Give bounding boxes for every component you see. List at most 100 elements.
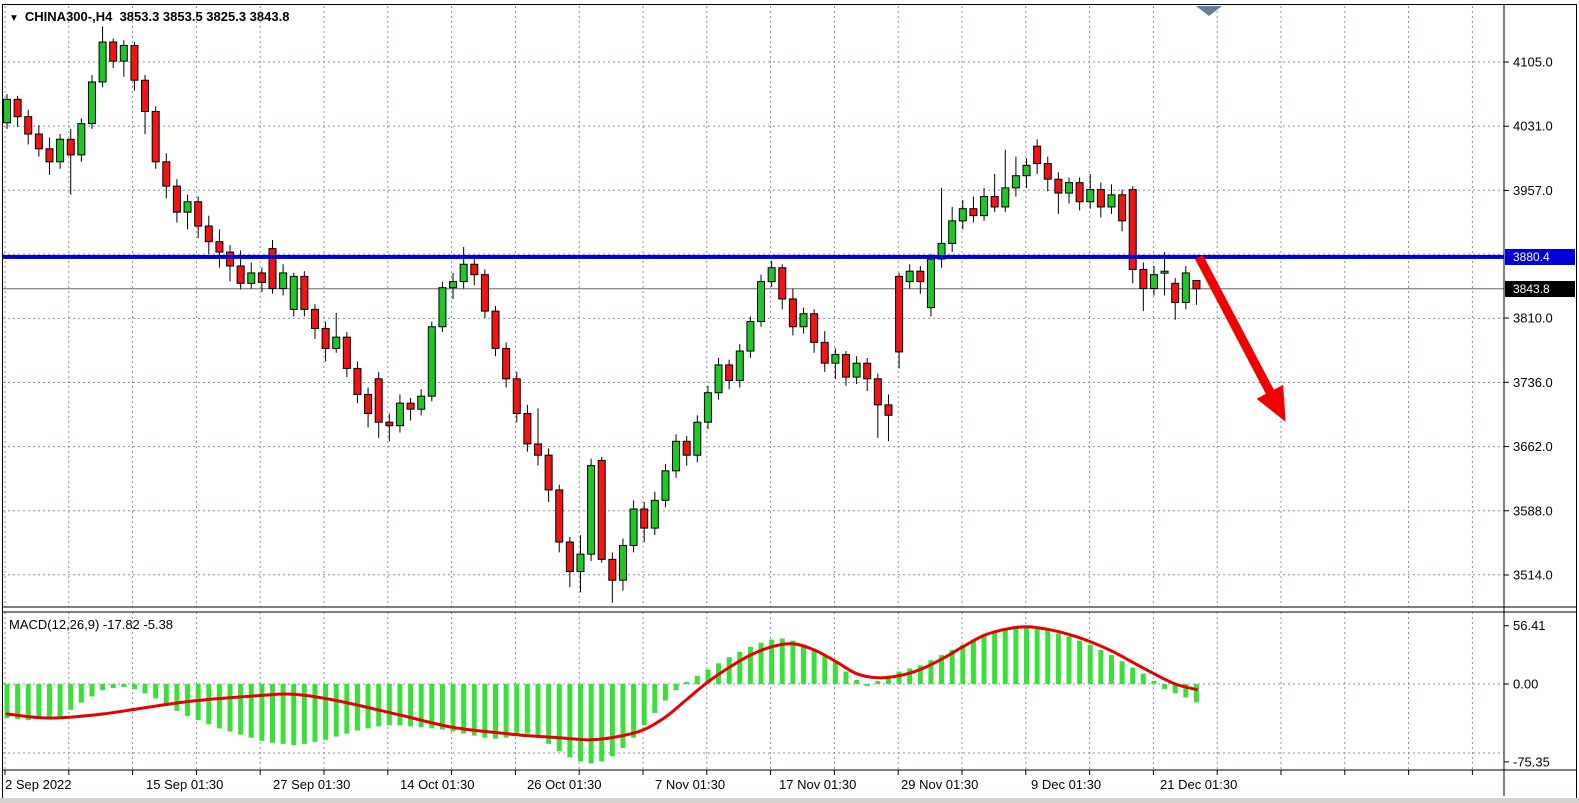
bear-candle	[301, 276, 308, 309]
bear-candle	[811, 314, 818, 343]
bull-candle	[1182, 273, 1189, 303]
bear-candle	[205, 226, 212, 242]
bear-candle	[1097, 190, 1104, 207]
price-tick-label: 3514.0	[1513, 567, 1553, 582]
bear-candle	[258, 273, 265, 283]
bear-candle	[1172, 283, 1179, 302]
time-axis[interactable]: 2 Sep 202215 Sep 01:3027 Sep 01:3014 Oct…	[5, 777, 1237, 792]
bull-candle	[248, 273, 255, 283]
macd-tick-label: 0.00	[1513, 677, 1538, 692]
bull-candle	[280, 273, 287, 289]
bear-candle	[1119, 195, 1126, 221]
bear-candle	[1193, 280, 1200, 288]
time-tick-label: 9 Dec 01:30	[1031, 777, 1101, 792]
price-axis[interactable]: 4105.04031.03957.03810.03736.03662.03588…	[1504, 55, 1553, 770]
chart-ohlc-values: 3853.3 3853.5 3825.3 3843.8	[120, 9, 290, 24]
bull-candle	[1002, 188, 1009, 207]
bear-candle	[874, 379, 881, 405]
bull-candle	[418, 396, 425, 409]
bull-candle	[715, 365, 722, 393]
price-chart[interactable]: 4105.04031.03957.03810.03736.03662.03588…	[3, 5, 1576, 796]
bear-candle	[609, 559, 616, 580]
bull-candle	[120, 46, 127, 62]
bull-candle	[184, 202, 191, 212]
bull-candle	[619, 545, 626, 580]
bear-candle	[216, 242, 223, 252]
bear-candle	[492, 311, 499, 348]
bull-candle	[747, 322, 754, 352]
bull-candle	[959, 209, 966, 221]
bull-candle	[99, 42, 106, 82]
bear-candle	[322, 328, 329, 348]
current-price-badge: 3843.8	[1505, 281, 1575, 297]
bull-candle	[758, 282, 765, 322]
bull-candle	[694, 422, 701, 455]
bear-candle	[683, 441, 690, 455]
bear-candle	[67, 139, 74, 155]
horizontal-line-object[interactable]	[3, 255, 1504, 259]
bear-candle	[524, 414, 531, 444]
bear-candle	[25, 117, 32, 134]
bull-candle	[450, 282, 457, 288]
chart-symbol-label: CHINA300-,H4	[25, 9, 112, 24]
bear-candle	[311, 309, 318, 328]
bear-candle	[1076, 183, 1083, 202]
bear-candle	[885, 405, 892, 415]
chart-window[interactable]: 4105.04031.03957.03810.03736.03662.03588…	[2, 4, 1577, 799]
price-tick-label: 3588.0	[1513, 503, 1553, 518]
bear-candle	[471, 264, 478, 274]
bear-candle	[269, 249, 276, 289]
bull-candle	[630, 509, 637, 545]
price-tick-label: 4031.0	[1513, 119, 1553, 134]
bull-candle	[800, 314, 807, 327]
bear-candle	[970, 209, 977, 216]
bull-candle	[673, 441, 680, 471]
bull-candle	[333, 337, 340, 348]
chart-title: ▼ CHINA300-,H4 3853.3 3853.5 3825.3 3843.…	[9, 9, 289, 24]
price-tick-label: 3662.0	[1513, 439, 1553, 454]
bull-candle	[1012, 176, 1019, 188]
bull-candle	[57, 139, 64, 162]
bear-candle	[545, 455, 552, 490]
bear-candle	[842, 355, 849, 378]
macd-indicator-label: MACD(12,26,9) -17.82 -5.38	[9, 617, 173, 632]
bear-candle	[821, 342, 828, 363]
time-tick-label: 21 Dec 01:30	[1160, 777, 1237, 792]
bear-candle	[864, 363, 871, 379]
bull-candle	[949, 221, 956, 244]
bear-candle	[779, 268, 786, 299]
bear-candle	[1044, 164, 1051, 180]
bear-candle	[195, 202, 202, 226]
bear-candle	[789, 299, 796, 327]
bull-candle	[1161, 271, 1168, 273]
price-tick-label: 3957.0	[1513, 183, 1553, 198]
bull-candle	[1087, 190, 1094, 202]
symbol-dropdown-icon[interactable]: ▼	[9, 13, 19, 24]
bear-candle	[227, 252, 234, 266]
bull-candle	[927, 259, 934, 308]
time-tick-label: 29 Nov 01:30	[901, 777, 978, 792]
bear-candle	[481, 275, 488, 311]
chart-shift-marker-icon[interactable]	[1196, 6, 1222, 16]
bear-candle	[513, 379, 520, 414]
time-tick-label: 14 Oct 01:30	[400, 777, 474, 792]
bull-candle	[1108, 195, 1115, 207]
bear-candle	[386, 422, 393, 425]
bull-candle	[704, 393, 711, 423]
bull-candle	[4, 99, 11, 122]
time-tick-label: 17 Nov 01:30	[779, 777, 856, 792]
hline-price-badge: 3880.4	[1505, 249, 1575, 265]
bear-candle	[343, 337, 350, 368]
bear-candle	[163, 162, 170, 186]
bull-candle	[832, 355, 839, 364]
bear-candle	[991, 197, 998, 207]
trend-arrow-object[interactable]	[1199, 257, 1281, 413]
bull-candle	[577, 554, 584, 571]
bull-candle	[651, 500, 658, 528]
trading-app-window: 4105.04031.03957.03810.03736.03662.03588…	[0, 0, 1579, 803]
time-tick-label: 7 Nov 01:30	[655, 777, 725, 792]
macd-tick-label: 56.41	[1513, 618, 1546, 633]
bear-candle	[407, 403, 414, 409]
bull-candle	[460, 264, 467, 281]
bear-candle	[726, 365, 733, 381]
